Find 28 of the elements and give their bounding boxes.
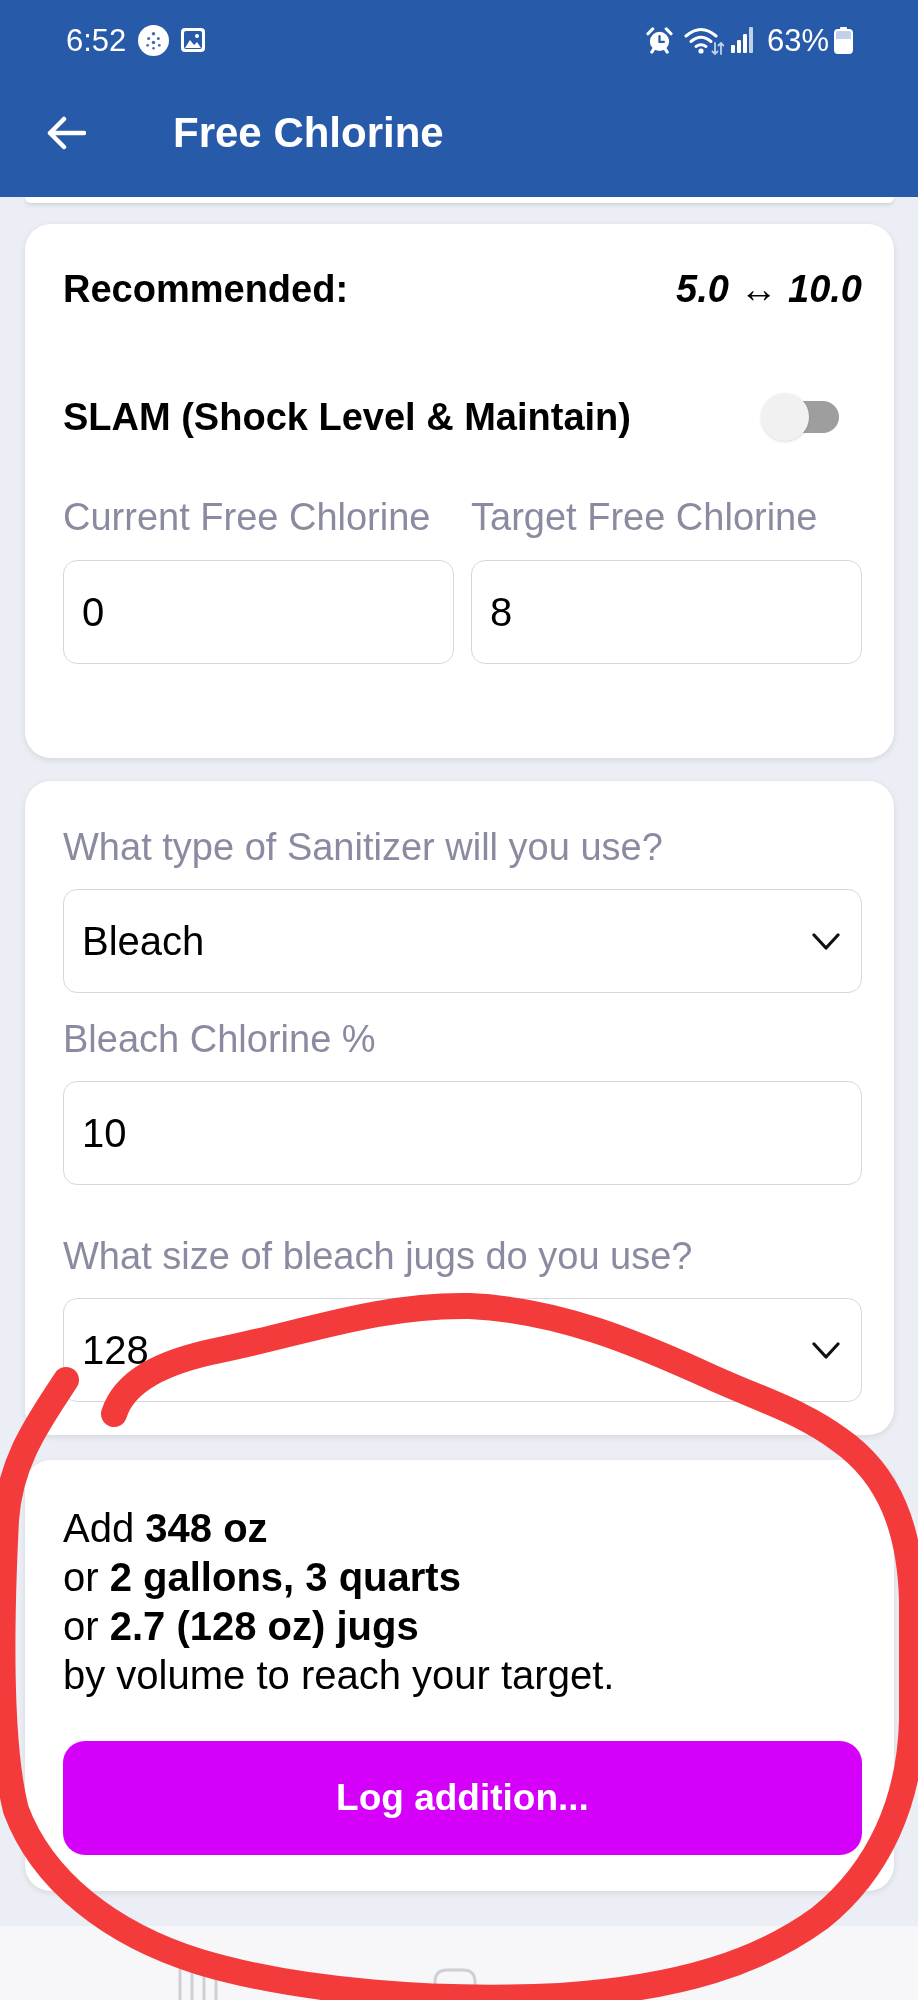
number-field[interactable]: 0 xyxy=(63,560,454,664)
result-text: Add 348 oz or 2 gallons, 3 quarts or 2.7 (128 oz) jugs by volume to reach your target. xyxy=(63,1505,616,1699)
number-field[interactable]: 8 xyxy=(471,560,862,664)
screen-title: Free Chlorine xyxy=(173,111,444,154)
back-arrow-icon[interactable] xyxy=(46,115,86,150)
signal-icon xyxy=(730,27,754,53)
image-icon xyxy=(181,28,206,52)
field-label: Current Free Chlorine xyxy=(63,495,432,540)
chevron-down-icon xyxy=(812,1341,840,1359)
field-label: What size of bleach jugs do you use? xyxy=(63,1234,694,1279)
battery-percentage: 63% xyxy=(766,24,829,56)
battery-icon xyxy=(834,26,853,54)
recommended-label: Recommended: xyxy=(63,267,349,312)
slam-label: SLAM (Shock Level & Maintain) xyxy=(63,395,631,440)
wifi-icon xyxy=(683,25,724,55)
dotted-circle-icon xyxy=(138,24,170,56)
dropdown[interactable]: Bleach xyxy=(63,889,862,993)
slam-toggle[interactable] xyxy=(761,393,839,441)
chevron-down-icon xyxy=(812,932,840,950)
alarm-clock-icon xyxy=(645,26,673,54)
number-field[interactable]: 10 xyxy=(63,1081,862,1185)
field-label: Bleach Chlorine % xyxy=(63,1017,377,1062)
field-label: Target Free Chlorine xyxy=(471,495,819,540)
status-time: 6:52 xyxy=(66,24,127,56)
recommended-range: 5.0 ↔ 10.0 xyxy=(676,267,862,312)
recent-apps-icon[interactable] xyxy=(178,1968,218,2000)
log-addition-button[interactable]: Log addition... xyxy=(63,1741,862,1855)
field-label: What type of Sanitizer will you use? xyxy=(63,825,664,870)
